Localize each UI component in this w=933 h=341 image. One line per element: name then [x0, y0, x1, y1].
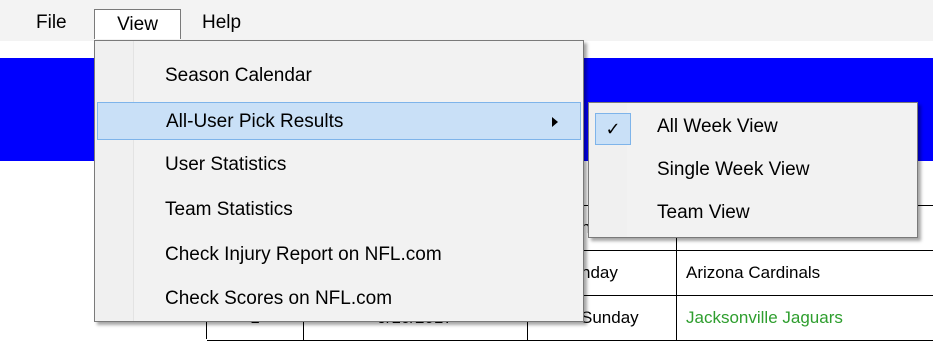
submenu-item-single-week-view[interactable]: Single Week View: [591, 150, 915, 190]
submenu-item-all-week-view[interactable]: ✓ All Week View: [591, 107, 915, 147]
cell-team: Arizona Cardinals: [686, 263, 821, 282]
view-dropdown-menu: Season Calendar All-User Pick Results Us…: [94, 40, 584, 322]
menu-item-all-user-pick-results[interactable]: All-User Pick Results: [97, 102, 581, 140]
menu-item-label: Check Scores on NFL.com: [165, 288, 393, 309]
submenu-item-label: Single Week View: [657, 159, 810, 180]
menu-item-label: Team Statistics: [165, 199, 293, 220]
menu-item-season-calendar[interactable]: Season Calendar: [97, 57, 581, 95]
menu-item-label: Season Calendar: [165, 65, 312, 86]
menu-item-label: Check Injury Report on NFL.com: [165, 244, 442, 265]
menu-item-label: User Statistics: [165, 154, 287, 175]
menu-file[interactable]: File: [26, 9, 77, 36]
menu-view[interactable]: View: [94, 9, 181, 39]
pick-results-submenu: ✓ All Week View Single Week View Team Vi…: [588, 102, 918, 238]
menu-help[interactable]: Help: [192, 9, 251, 36]
menu-bar: File View Help: [0, 0, 933, 41]
menu-item-label: All-User Pick Results: [166, 111, 344, 132]
submenu-item-label: All Week View: [657, 116, 778, 137]
menu-item-check-scores[interactable]: Check Scores on NFL.com: [97, 280, 581, 318]
submenu-item-label: Team View: [657, 202, 750, 223]
menu-item-user-statistics[interactable]: User Statistics: [97, 146, 581, 184]
menu-item-check-injury-report[interactable]: Check Injury Report on NFL.com: [97, 236, 581, 274]
submenu-item-team-view[interactable]: Team View: [591, 193, 915, 233]
submenu-arrow-icon: [552, 117, 558, 127]
menu-item-team-statistics[interactable]: Team Statistics: [97, 191, 581, 229]
cell-team: Jacksonville Jaguars: [686, 308, 843, 327]
checkmark-icon: ✓: [595, 113, 631, 145]
